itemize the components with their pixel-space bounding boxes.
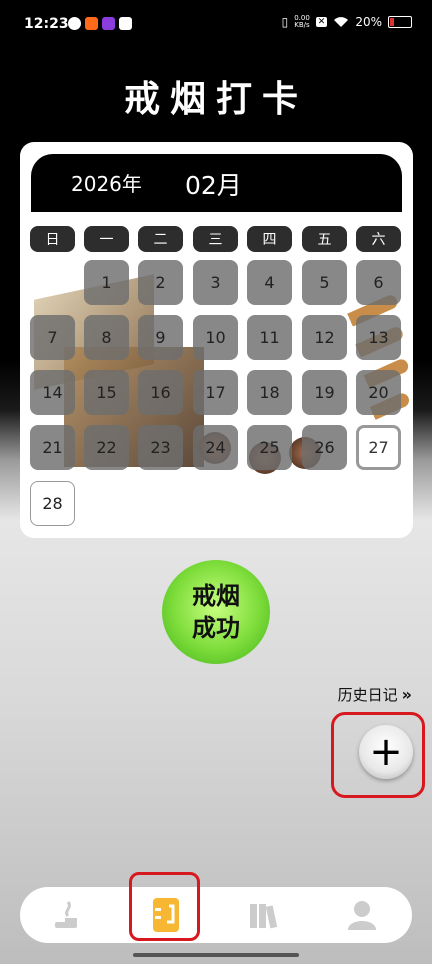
calendar-day[interactable]: 5	[302, 260, 347, 305]
app-notification-icon	[119, 17, 132, 30]
calendar-day[interactable]: 1	[84, 260, 129, 305]
weekday-header: 三	[193, 226, 238, 252]
net-speed: 0.00 KB/s	[294, 14, 310, 29]
calendar-day[interactable]: 12	[302, 315, 347, 360]
calendar-day[interactable]: 10	[193, 315, 238, 360]
vibrate-icon: ▯	[281, 15, 289, 29]
nav-item-smoking[interactable]	[48, 895, 88, 935]
calendar-day[interactable]: 25	[247, 425, 292, 470]
books-icon	[250, 904, 278, 929]
home-indicator	[133, 953, 299, 957]
battery-icon	[388, 16, 412, 28]
calendar-day[interactable]: 23	[138, 425, 183, 470]
calendar-day[interactable]: 20	[356, 370, 401, 415]
calendar-day[interactable]: 4	[247, 260, 292, 305]
nav-item-profile[interactable]	[342, 895, 382, 935]
calendar-day[interactable]: 8	[84, 315, 129, 360]
calendar-day[interactable]: 11	[247, 315, 292, 360]
app-notification-icon	[102, 17, 115, 30]
notification-icons	[68, 17, 132, 30]
status-bar: 12:23 ▯ 0.00 KB/s ✕ 20%	[0, 0, 432, 52]
weekday-header: 六	[356, 226, 401, 252]
nav-active-highlight	[129, 872, 200, 941]
quit-success-badge[interactable]: 戒烟 成功	[162, 560, 270, 664]
calendar-day[interactable]: 6	[356, 260, 401, 305]
calendar-header: 2026年 02月	[31, 154, 402, 212]
calendar-card: 2026年 02月 日一二三四五六 1 2 3 4 5 6 7 8 9 10 11 12 13 14 15 1…	[20, 142, 413, 538]
nav-item-library[interactable]	[244, 895, 284, 935]
person-icon	[348, 901, 376, 930]
calendar-day[interactable]: 13	[356, 315, 401, 360]
weekday-header: 四	[247, 226, 292, 252]
battery-level	[390, 18, 394, 26]
calendar-year[interactable]: 2026年	[71, 168, 142, 197]
calendar-day[interactable]: 15	[84, 370, 129, 415]
calendar-day[interactable]: 18	[247, 370, 292, 415]
status-time: 12:23	[24, 16, 69, 32]
weekday-header: 五	[302, 226, 347, 252]
app-notification-icon	[85, 17, 98, 30]
calendar-day[interactable]: 26	[302, 425, 347, 470]
calendar-day[interactable]: 28	[30, 481, 75, 526]
calendar-day[interactable]: 22	[84, 425, 129, 470]
calendar-day[interactable]: 3	[193, 260, 238, 305]
weekday-header: 日	[30, 226, 75, 252]
calendar-day[interactable]: 19	[302, 370, 347, 415]
calendar-day[interactable]: 21	[30, 425, 75, 470]
weekday-header: 一	[84, 226, 129, 252]
calendar-day[interactable]: 16	[138, 370, 183, 415]
history-label: 历史日记	[337, 686, 398, 704]
add-button[interactable]: +	[359, 725, 413, 779]
double-chevron-right-icon: »	[401, 685, 412, 704]
badge-line-2: 成功	[192, 614, 240, 642]
smoking-icon	[55, 901, 77, 928]
history-diary-link[interactable]: 历史日记 »	[338, 684, 412, 705]
page-title: 戒烟打卡	[123, 78, 308, 120]
app-notification-icon	[68, 17, 81, 30]
battery-percent: 20%	[355, 15, 382, 29]
calendar-day[interactable]: 27	[356, 425, 401, 470]
calendar-day[interactable]: 24	[193, 425, 238, 470]
calendar-month[interactable]: 02月	[185, 166, 242, 202]
weekday-header: 二	[138, 226, 183, 252]
calendar-day[interactable]: 2	[138, 260, 183, 305]
calendar-day[interactable]: 17	[193, 370, 238, 415]
sim-off-icon: ✕	[315, 17, 328, 27]
bottom-nav	[20, 887, 412, 943]
badge-line-1: 戒烟	[192, 582, 240, 610]
calendar-day[interactable]: 9	[138, 315, 183, 360]
calendar-day[interactable]: 14	[30, 370, 75, 415]
status-indicators: ▯ 0.00 KB/s ✕ 20%	[282, 15, 412, 29]
calendar-day[interactable]: 7	[30, 315, 75, 360]
wifi-icon	[334, 17, 349, 27]
